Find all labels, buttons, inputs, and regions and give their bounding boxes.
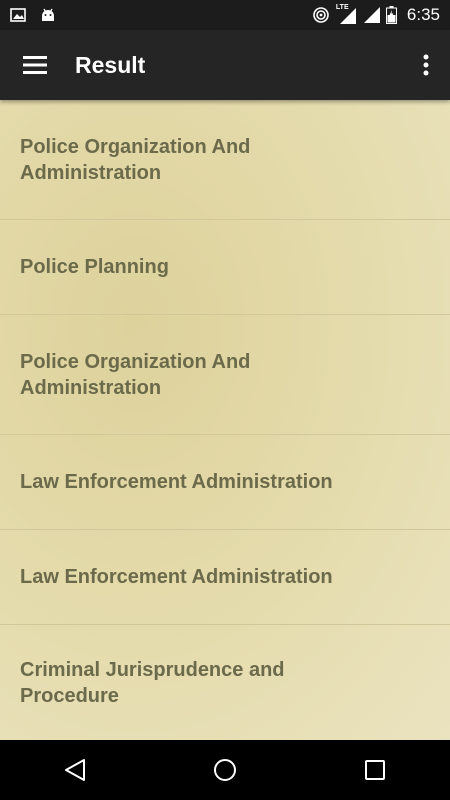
status-time: 6:35: [406, 5, 440, 24]
signal-lte-icon: LTE: [336, 4, 356, 24]
result-list: Police Organization And Administration P…: [0, 100, 450, 740]
list-item[interactable]: Criminal Jurisprudence and Procedure: [0, 625, 450, 740]
recents-button[interactable]: [335, 740, 415, 800]
list-item[interactable]: Law Enforcement Administration: [0, 435, 450, 530]
recents-icon: [365, 760, 385, 780]
android-icon: [40, 7, 56, 23]
overflow-menu-button[interactable]: [402, 30, 450, 100]
navigation-bar: [0, 740, 450, 800]
hotspot-icon: [312, 6, 330, 24]
list-item-label: Criminal Jurisprudence and Procedure: [20, 658, 285, 707]
signal-icon: [362, 6, 380, 24]
status-system: LTE 6:35: [312, 4, 450, 25]
home-button[interactable]: [185, 740, 265, 800]
battery-icon: [385, 6, 397, 24]
list-item[interactable]: Police Organization And Administration: [0, 315, 450, 435]
back-icon: [65, 759, 85, 781]
list-item[interactable]: Police Organization And Administration: [0, 100, 450, 220]
status-bar: LTE 6:35: [0, 0, 450, 30]
list-item-label: Police Planning: [20, 256, 169, 278]
list-item-label: Police Organization And Administration: [20, 135, 251, 184]
list-item[interactable]: Police Planning: [0, 220, 450, 315]
home-icon: [214, 759, 236, 781]
list-item-label: Police Organization And Administration: [20, 350, 251, 399]
list-item[interactable]: Law Enforcement Administration: [0, 530, 450, 625]
list-item-label: Law Enforcement Administration: [20, 566, 333, 588]
app-bar: Result: [0, 30, 450, 100]
menu-button[interactable]: [0, 30, 70, 100]
image-icon: [10, 7, 26, 23]
list-item-label: Law Enforcement Administration: [20, 471, 333, 493]
hamburger-menu-icon: [23, 56, 47, 74]
page-title: Result: [75, 51, 146, 78]
more-vert-icon: [423, 54, 429, 76]
status-notifications: [0, 7, 56, 23]
back-button[interactable]: [35, 740, 115, 800]
